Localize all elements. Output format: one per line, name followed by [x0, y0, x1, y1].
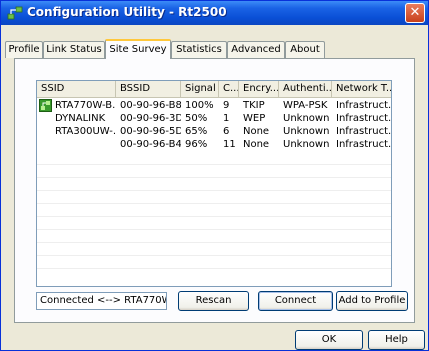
column-header-ssid[interactable]: SSID — [37, 81, 116, 97]
cell-ssid: RTA300UW-... — [55, 126, 116, 137]
tab-statistics[interactable]: Statistics — [171, 41, 227, 58]
tab-site-survey[interactable]: Site Survey — [105, 39, 171, 59]
row-divider — [37, 216, 391, 217]
row-divider — [37, 242, 391, 243]
cell-channel: 6 — [223, 126, 230, 137]
cell-encryption: None — [243, 126, 270, 137]
cell-ssid — [51, 138, 116, 151]
cell-network-type: Infrastruct... — [336, 139, 392, 150]
help-button[interactable]: Help — [368, 330, 425, 350]
cell-channel: 11 — [223, 139, 236, 150]
cell-encryption: None — [243, 139, 270, 150]
rescan-button[interactable]: Rescan — [178, 291, 249, 311]
title-bar[interactable]: Configuration Utility - Rt2500 ✕ — [1, 1, 428, 25]
cell-signal: 96% — [185, 139, 208, 150]
site-survey-panel: SSID BSSID Signal C... Encry... Authenti… — [14, 58, 415, 323]
row-divider — [37, 229, 391, 230]
cell-authentication: Unknown — [283, 126, 330, 137]
cell-signal: 65% — [185, 126, 208, 137]
cell-channel: 1 — [223, 113, 230, 124]
row-divider — [37, 164, 391, 165]
cell-authentication: Unknown — [283, 113, 330, 124]
row-divider — [37, 177, 391, 178]
column-header-network-type[interactable]: Network T... — [332, 81, 391, 97]
tab-about[interactable]: About — [285, 41, 325, 58]
cell-authentication: Unknown — [283, 139, 330, 150]
network-app-icon — [7, 6, 23, 20]
connection-status-field: Connected <--> RTA770W-B80774 — [36, 292, 167, 310]
row-divider — [37, 190, 391, 191]
table-row[interactable]: DYNALINK 00-90-96-3D... 50% 1 WEP Unknow… — [37, 112, 392, 125]
cell-ssid: DYNALINK — [55, 113, 106, 124]
column-header-authentication[interactable]: Authenti... — [279, 81, 332, 97]
cell-signal: 100% — [185, 100, 214, 111]
network-list[interactable]: SSID BSSID Signal C... Encry... Authenti… — [36, 80, 392, 287]
add-to-profile-button[interactable]: Add to Profile — [336, 291, 408, 311]
cell-bssid: 00-90-96-B8... — [120, 100, 181, 111]
cell-ssid: RTA770W-B... — [55, 100, 116, 111]
cell-network-type: Infrastruct... — [336, 113, 392, 124]
row-divider — [37, 203, 391, 204]
tab-profile[interactable]: Profile — [5, 41, 43, 58]
cell-encryption: WEP — [243, 113, 266, 124]
cell-bssid: 00-90-96-B4... — [120, 139, 181, 150]
cell-network-type: Infrastruct... — [336, 126, 392, 137]
window-title: Configuration Utility - Rt2500 — [27, 5, 227, 19]
column-header-encryption[interactable]: Encry... — [239, 81, 279, 97]
tab-strip: Profile Link Status Site Survey Statisti… — [1, 39, 429, 59]
close-button[interactable]: ✕ — [405, 3, 425, 23]
cell-encryption: TKIP — [243, 100, 265, 111]
column-header-channel[interactable]: C... — [219, 81, 239, 97]
cell-bssid: 00-90-96-3D... — [120, 113, 181, 124]
cell-bssid: 00-90-96-5D... — [120, 126, 181, 137]
cell-network-type: Infrastruct... — [336, 100, 392, 111]
connect-button[interactable]: Connect — [258, 291, 333, 311]
column-header-bssid[interactable]: BSSID — [116, 81, 181, 97]
tab-advanced[interactable]: Advanced — [227, 41, 285, 58]
table-row[interactable]: RTA770W-B... 00-90-96-B8... 100% 9 TKIP … — [37, 99, 392, 112]
list-header: SSID BSSID Signal C... Encry... Authenti… — [37, 81, 391, 98]
column-header-signal[interactable]: Signal — [181, 81, 219, 97]
cell-authentication: WPA-PSK — [283, 100, 328, 111]
cell-signal: 50% — [185, 113, 208, 124]
tab-link-status[interactable]: Link Status — [43, 41, 105, 58]
table-row[interactable]: RTA300UW-... 00-90-96-5D... 65% 6 None U… — [37, 125, 392, 138]
row-divider — [37, 255, 391, 256]
cell-channel: 9 — [223, 100, 230, 111]
table-row[interactable]: 00-90-96-B4... 96% 11 None Unknown Infra… — [37, 138, 392, 151]
configuration-utility-window: Configuration Utility - Rt2500 ✕ Profile… — [0, 0, 429, 351]
row-divider — [37, 268, 391, 269]
ok-button[interactable]: OK — [295, 330, 363, 350]
